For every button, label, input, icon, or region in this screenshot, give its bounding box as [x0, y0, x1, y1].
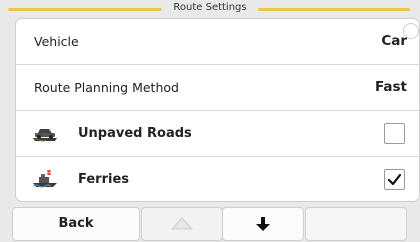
row-value: Fast [374, 79, 407, 95]
settings-row-route-planning-method[interactable]: Route Planning Method Fast [16, 65, 419, 111]
settings-row-unpaved-roads[interactable]: Unpaved Roads [16, 111, 419, 157]
footer-blank-button [305, 207, 407, 241]
page-title: Route Settings [161, 1, 259, 15]
settings-list: Vehicle Car Route Planning Method Fast U… [15, 18, 420, 202]
ferry-icon [32, 170, 57, 188]
back-button[interactable]: Back [12, 207, 140, 241]
unpaved-road-icon [33, 129, 57, 142]
check-icon [387, 173, 402, 186]
scroll-down-button[interactable] [222, 207, 304, 241]
unpaved-roads-checkbox[interactable] [384, 123, 405, 144]
header: Route Settings [0, 0, 420, 17]
row-value: Car [381, 33, 407, 49]
settings-row-ferries[interactable]: Ferries [16, 157, 419, 201]
row-label: Vehicle [34, 34, 79, 49]
back-button-label: Back [58, 216, 94, 231]
row-label: Route Planning Method [34, 80, 179, 95]
row-label: Ferries [78, 172, 130, 187]
route-settings-screen: Route Settings Vehicle Car Route Plannin… [0, 0, 420, 242]
arrow-up-icon [170, 217, 194, 231]
scroll-up-button[interactable] [141, 207, 223, 241]
ferries-checkbox[interactable] [384, 169, 405, 190]
footer-bar: Back [0, 203, 420, 242]
row-label: Unpaved Roads [78, 126, 192, 141]
arrow-down-icon [256, 217, 270, 231]
settings-row-vehicle[interactable]: Vehicle Car [16, 19, 419, 65]
